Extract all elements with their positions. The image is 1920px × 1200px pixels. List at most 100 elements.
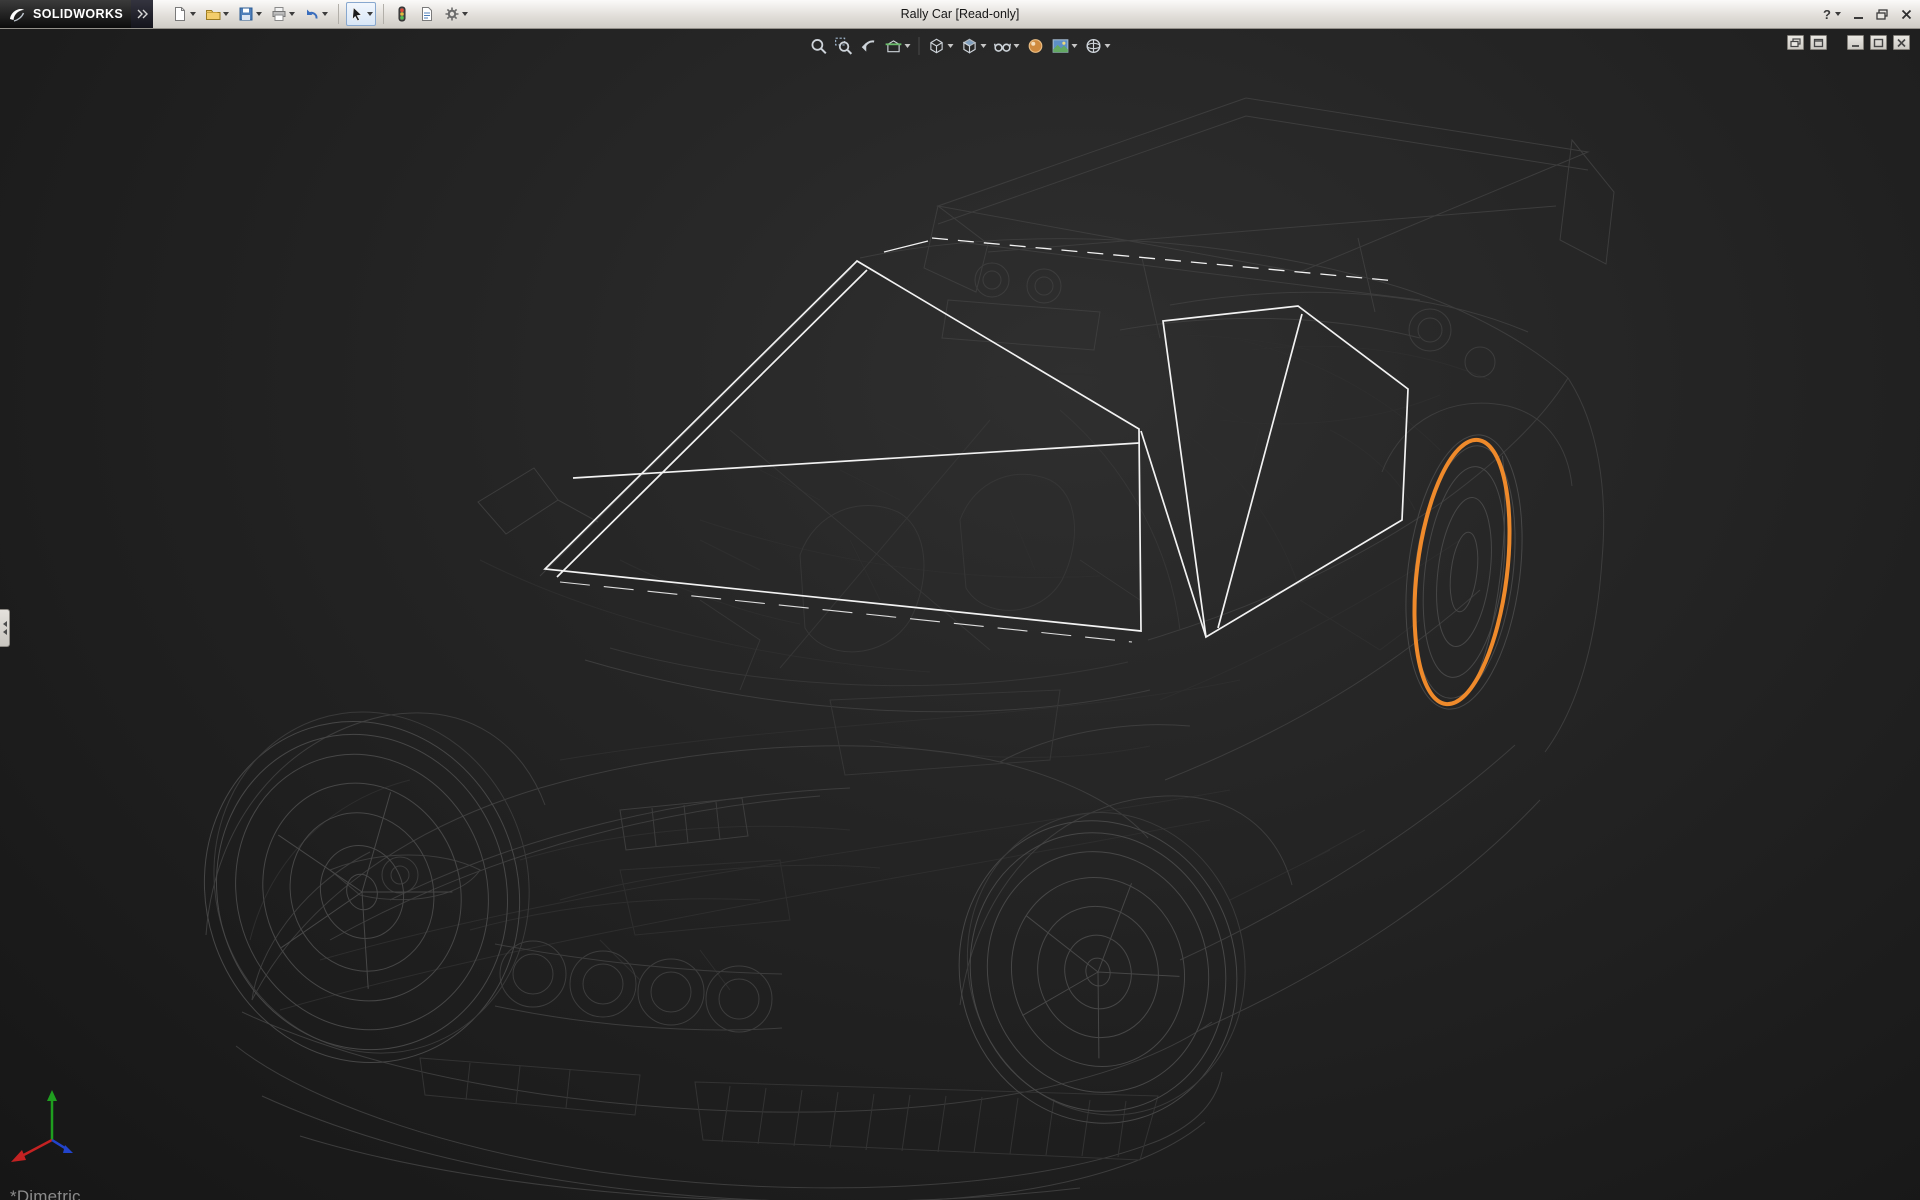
dropdown-caret-icon[interactable]	[1835, 12, 1841, 16]
apply-scene-icon	[1052, 37, 1070, 55]
cascade-icon	[1790, 38, 1801, 48]
dropdown-caret-icon[interactable]	[1105, 44, 1111, 48]
toolbar-separator	[338, 4, 339, 24]
toolbar-separator	[383, 4, 384, 24]
restore-button[interactable]	[1876, 9, 1888, 20]
close-button[interactable]	[1901, 9, 1912, 20]
dropdown-caret-icon[interactable]	[1014, 44, 1020, 48]
controls-gap	[1833, 35, 1841, 50]
restore-document-button[interactable]	[1810, 35, 1827, 50]
minimize-icon	[1854, 17, 1863, 19]
cascade-windows-button[interactable]	[1787, 35, 1804, 50]
highlighted-glass-edges	[545, 238, 1408, 642]
car-construction-lines	[250, 335, 1490, 1010]
rally-car-wireframe-model[interactable]	[0, 29, 1920, 1200]
close-icon	[1901, 9, 1912, 20]
minimize-icon	[1850, 38, 1861, 48]
new-document-icon	[172, 6, 188, 22]
window-title: Rally Car [Read-only]	[901, 0, 1020, 28]
maximize-document-button[interactable]	[1870, 35, 1887, 50]
double-chevron-icon	[136, 8, 148, 20]
solidworks-window: SOLIDWORKS	[0, 0, 1920, 1200]
dropdown-caret-icon[interactable]	[905, 44, 911, 48]
graphics-area[interactable]: *Dimetric	[0, 29, 1920, 1200]
minimize-button[interactable]	[1854, 10, 1863, 19]
car-body-wireframe	[206, 98, 1614, 1200]
view-orientation-cube-icon	[961, 37, 979, 55]
dropdown-caret-icon[interactable]	[223, 12, 229, 16]
dropdown-caret-icon[interactable]	[190, 12, 196, 16]
save-button[interactable]	[235, 2, 265, 26]
solidworks-logo: SOLIDWORKS	[0, 0, 131, 28]
options-gear-icon	[444, 6, 460, 22]
dropdown-caret-icon[interactable]	[367, 12, 373, 16]
dropdown-caret-icon[interactable]	[1072, 44, 1078, 48]
hide-show-items-button[interactable]	[992, 34, 1022, 58]
hide-show-glasses-icon	[994, 37, 1012, 55]
front-right-wheel-wireframe	[926, 783, 1279, 1153]
chevron-left-icon	[3, 629, 7, 635]
zoom-to-area-icon	[835, 37, 853, 55]
display-style-cube-icon	[928, 37, 946, 55]
options-button[interactable]	[441, 2, 471, 26]
menu-expand-button[interactable]	[131, 0, 153, 28]
file-properties-button[interactable]	[416, 2, 438, 26]
ds-swoosh-icon	[7, 5, 27, 23]
view-settings-button[interactable]	[1083, 34, 1113, 58]
new-document-button[interactable]	[169, 2, 199, 26]
dropdown-caret-icon[interactable]	[289, 12, 295, 16]
select-tool-button[interactable]	[346, 2, 376, 26]
previous-view-icon	[860, 37, 878, 55]
help-button[interactable]: ?	[1823, 7, 1841, 22]
save-floppy-icon	[238, 6, 254, 22]
section-view-icon	[885, 37, 903, 55]
file-properties-icon	[419, 6, 435, 22]
standard-toolbar	[169, 0, 471, 28]
document-window-controls	[1787, 35, 1910, 50]
view-settings-sphere-icon	[1085, 37, 1103, 55]
display-style-button[interactable]	[926, 34, 956, 58]
restore-icon	[1813, 38, 1824, 48]
apply-scene-button[interactable]	[1050, 34, 1080, 58]
print-icon	[271, 6, 287, 22]
dropdown-caret-icon[interactable]	[948, 44, 954, 48]
close-icon	[1896, 38, 1907, 48]
close-document-button[interactable]	[1893, 35, 1910, 50]
dropdown-caret-icon[interactable]	[322, 12, 328, 16]
heads-up-view-toolbar	[808, 34, 1113, 58]
restore-icon	[1876, 9, 1888, 20]
zoom-to-fit-button[interactable]	[808, 34, 830, 58]
previous-view-button[interactable]	[858, 34, 880, 58]
selected-edge-highlight[interactable]	[1401, 435, 1523, 710]
window-controls: ?	[1823, 0, 1912, 28]
open-folder-icon	[205, 6, 221, 22]
appearance-ball-icon	[1027, 37, 1045, 55]
rebuild-traffic-light-icon	[394, 6, 410, 22]
rear-wheel-wireframe	[1392, 428, 1537, 716]
front-left-wheel-wireframe	[159, 671, 575, 1104]
zoom-to-fit-icon	[810, 37, 828, 55]
select-cursor-icon	[349, 6, 365, 22]
brand-name: SOLIDWORKS	[33, 7, 123, 21]
maximize-icon	[1873, 38, 1884, 48]
title-bar: SOLIDWORKS	[0, 0, 1920, 29]
section-view-button[interactable]	[883, 34, 913, 58]
dropdown-caret-icon[interactable]	[256, 12, 262, 16]
dropdown-caret-icon[interactable]	[981, 44, 987, 48]
zoom-to-area-button[interactable]	[833, 34, 855, 58]
help-icon: ?	[1823, 7, 1831, 22]
rebuild-button[interactable]	[391, 2, 413, 26]
minimize-document-button[interactable]	[1847, 35, 1864, 50]
undo-arrow-icon	[304, 6, 320, 22]
dropdown-caret-icon[interactable]	[462, 12, 468, 16]
toolbar-separator	[919, 37, 920, 55]
print-button[interactable]	[268, 2, 298, 26]
chevron-left-icon	[3, 621, 7, 627]
featuremanager-expand-handle[interactable]	[0, 609, 10, 647]
edit-appearance-button[interactable]	[1025, 34, 1047, 58]
open-button[interactable]	[202, 2, 232, 26]
view-orientation-label: *Dimetric	[10, 1187, 81, 1200]
reference-triad	[11, 1090, 73, 1162]
undo-button[interactable]	[301, 2, 331, 26]
view-orientation-button[interactable]	[959, 34, 989, 58]
